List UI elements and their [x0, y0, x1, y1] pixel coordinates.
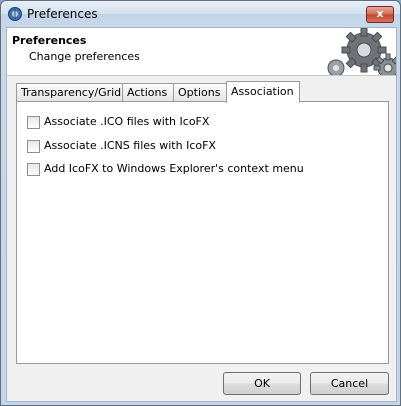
- option-label: Associate .ICO files with IcoFX: [44, 115, 210, 128]
- tab-options[interactable]: Options: [173, 83, 227, 102]
- tab-association[interactable]: Association: [226, 81, 300, 103]
- preferences-window: Preferences x Preferences Change prefere…: [0, 0, 401, 406]
- app-icon: [8, 7, 22, 21]
- option-label: Add IcoFX to Windows Explorer's context …: [44, 162, 304, 175]
- cancel-button[interactable]: Cancel: [310, 372, 389, 395]
- gears-icon: [327, 28, 396, 75]
- tab-label: Actions: [127, 86, 168, 99]
- tab-label: Options: [178, 86, 221, 99]
- association-panel: Associate .ICO files with IcoFX Associat…: [16, 101, 389, 364]
- close-button[interactable]: x: [366, 6, 394, 23]
- associate-icns-checkbox[interactable]: [27, 140, 40, 153]
- window-title: Preferences: [27, 7, 98, 21]
- tab-strip: Transparency/Grid Actions Options Associ…: [16, 81, 386, 103]
- option-label: Associate .ICNS files with IcoFX: [44, 139, 216, 152]
- tab-label: Transparency/Grid: [21, 86, 122, 99]
- tab-label: Association: [231, 85, 294, 98]
- dialog-header: Preferences Change preferences: [7, 28, 396, 76]
- dialog-body: Preferences Change preferences Transpare…: [6, 27, 397, 402]
- close-icon: x: [376, 7, 384, 20]
- associate-ico-checkbox[interactable]: [27, 116, 40, 129]
- tab-transparency-grid[interactable]: Transparency/Grid: [16, 83, 123, 102]
- context-menu-checkbox[interactable]: [27, 163, 40, 176]
- header-title: Preferences: [12, 34, 87, 47]
- header-subtitle: Change preferences: [29, 50, 140, 63]
- tab-actions[interactable]: Actions: [122, 83, 174, 102]
- ok-button[interactable]: OK: [223, 372, 301, 395]
- ok-label: OK: [254, 377, 270, 390]
- title-bar[interactable]: Preferences x: [1, 1, 400, 27]
- cancel-label: Cancel: [330, 377, 369, 390]
